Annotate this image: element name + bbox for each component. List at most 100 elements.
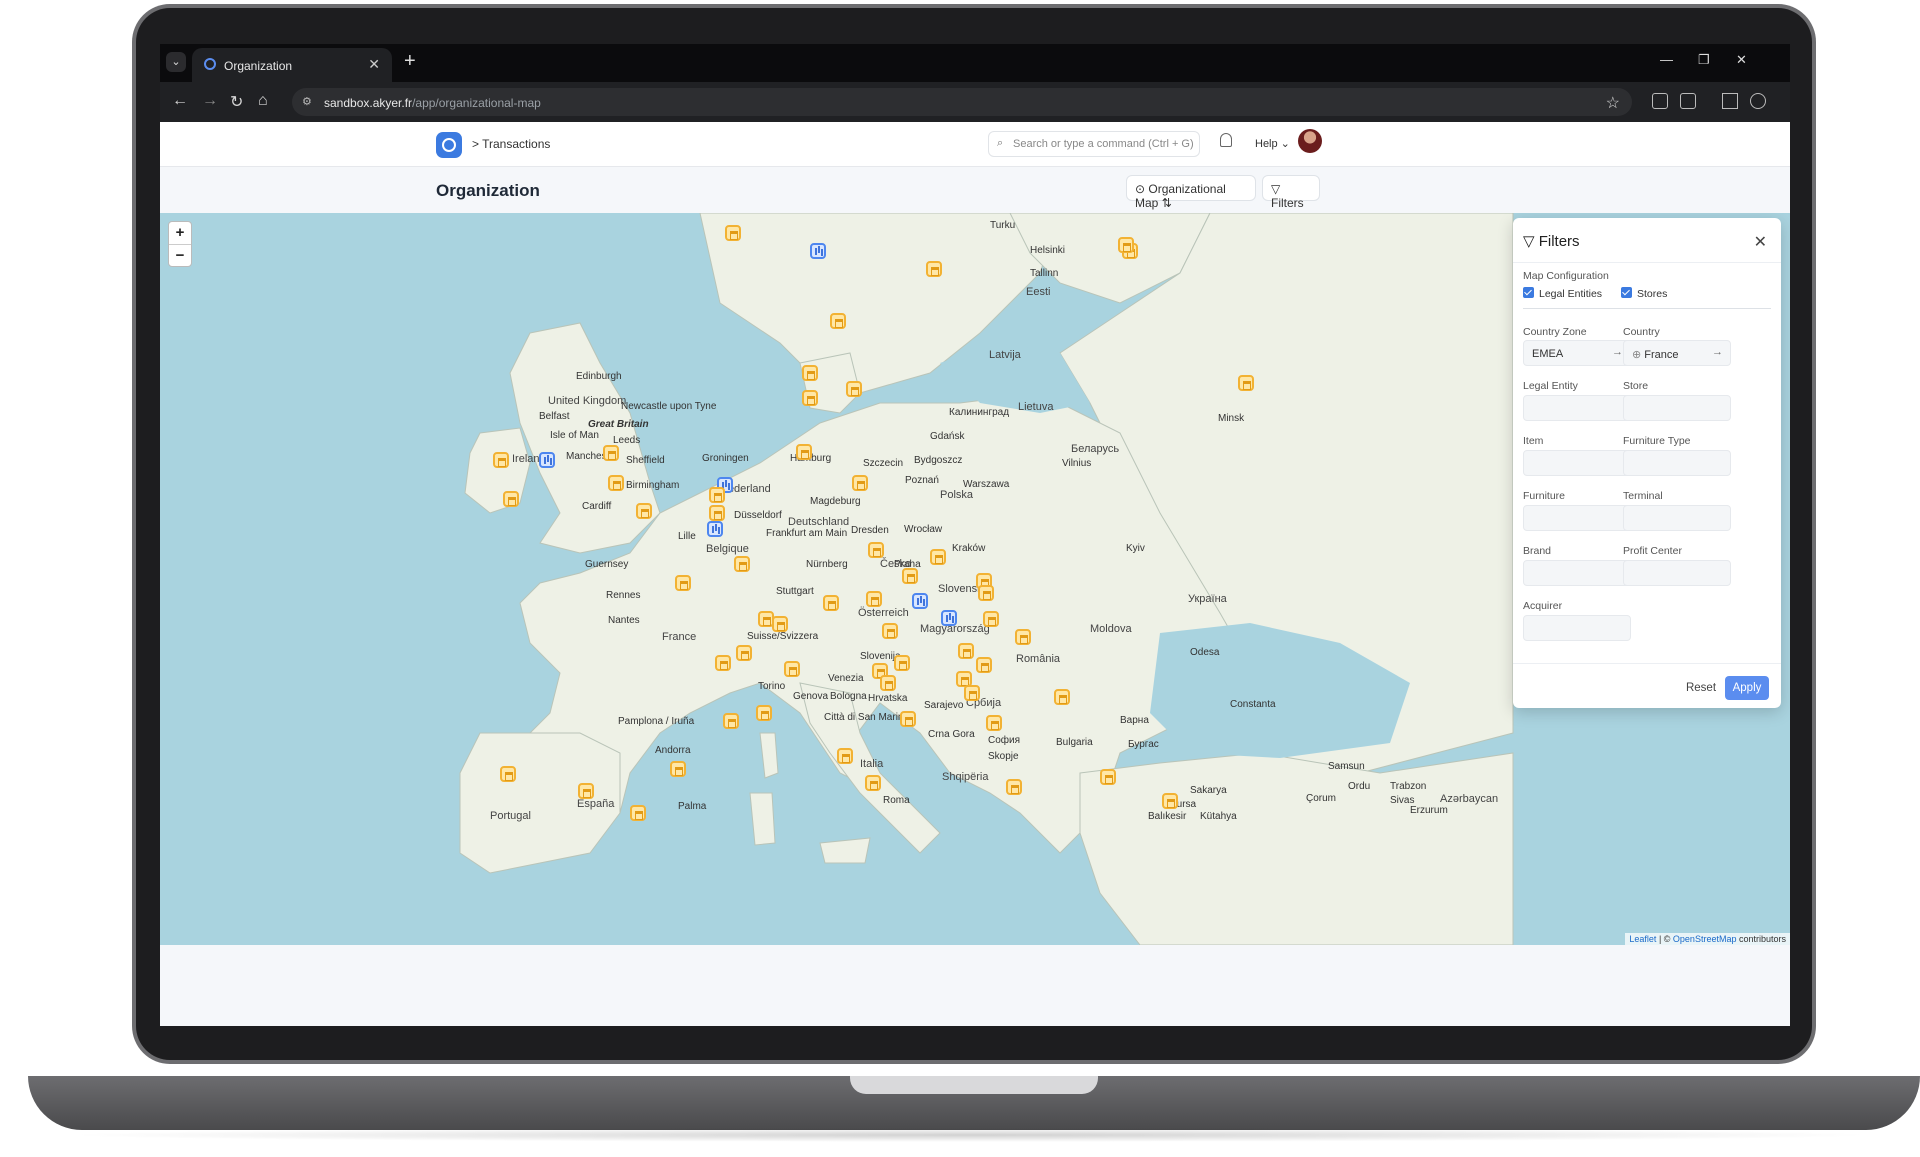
openstreetmap-link[interactable]: OpenStreetMap <box>1673 934 1737 944</box>
terminal-select[interactable] <box>1623 505 1731 531</box>
store-marker[interactable] <box>900 711 916 727</box>
store-marker[interactable] <box>983 611 999 627</box>
store-marker[interactable] <box>709 505 725 521</box>
store-select[interactable] <box>1623 395 1731 421</box>
store-marker[interactable] <box>823 595 839 611</box>
legal-entity-marker[interactable] <box>539 452 555 468</box>
store-marker[interactable] <box>802 390 818 406</box>
command-search-input[interactable]: ⌕ Search or type a command (Ctrl + G) <box>988 131 1200 157</box>
tab-search-icon[interactable]: ⌄ <box>166 52 186 72</box>
store-marker[interactable] <box>802 365 818 381</box>
store-marker[interactable] <box>715 655 731 671</box>
store-marker[interactable] <box>978 585 994 601</box>
tab-close-icon[interactable]: ✕ <box>368 56 380 73</box>
furniture-select[interactable] <box>1523 505 1631 531</box>
store-marker[interactable] <box>756 705 772 721</box>
reset-button[interactable]: Reset <box>1683 676 1719 700</box>
window-minimize-button[interactable]: — <box>1660 52 1673 67</box>
store-marker[interactable] <box>880 675 896 691</box>
store-marker[interactable] <box>670 761 686 777</box>
reading-list-icon[interactable] <box>1722 93 1738 109</box>
extension-icon[interactable] <box>1652 93 1668 109</box>
legal-entities-checkbox[interactable] <box>1523 287 1534 298</box>
store-marker[interactable] <box>796 444 812 460</box>
window-restore-button[interactable]: ❐ <box>1698 52 1710 68</box>
brand-select[interactable] <box>1523 560 1631 586</box>
stores-checkbox[interactable] <box>1621 287 1632 298</box>
store-marker[interactable] <box>675 575 691 591</box>
breadcrumb[interactable]: > Transactions <box>472 137 550 151</box>
browser-tab[interactable]: Organization ✕ <box>192 48 392 82</box>
store-marker[interactable] <box>894 655 910 671</box>
view-selector-button[interactable]: ⊙ Organizational Map ⇅ <box>1126 175 1256 210</box>
legal-entity-select[interactable] <box>1523 395 1631 421</box>
acquirer-select[interactable] <box>1523 615 1631 641</box>
store-marker[interactable] <box>1118 237 1134 253</box>
store-marker[interactable] <box>866 591 882 607</box>
store-marker[interactable] <box>608 475 624 491</box>
close-icon[interactable]: ✕ <box>1754 232 1767 252</box>
legal-entity-marker[interactable] <box>912 593 928 609</box>
store-marker[interactable] <box>868 542 884 558</box>
store-marker[interactable] <box>725 225 741 241</box>
store-marker[interactable] <box>1015 629 1031 645</box>
store-marker[interactable] <box>723 713 739 729</box>
store-marker[interactable] <box>772 616 788 632</box>
filters-button[interactable]: ▽ Filters <box>1262 175 1320 210</box>
store-marker[interactable] <box>734 556 750 572</box>
user-avatar[interactable] <box>1298 129 1322 153</box>
legal-entity-marker[interactable] <box>707 521 723 537</box>
profit-center-select[interactable] <box>1623 560 1731 586</box>
store-marker[interactable] <box>736 645 752 661</box>
new-tab-button[interactable]: + <box>404 50 416 73</box>
store-marker[interactable] <box>852 475 868 491</box>
store-marker[interactable] <box>636 503 652 519</box>
profile-icon[interactable] <box>1750 93 1766 109</box>
legal-entity-marker[interactable] <box>810 243 826 259</box>
store-marker[interactable] <box>964 685 980 701</box>
store-marker[interactable] <box>882 623 898 639</box>
organizational-map[interactable]: + − Turku Helsinki Tallinn Eesti Latvija… <box>160 213 1790 945</box>
store-marker[interactable] <box>630 805 646 821</box>
furniture-type-select[interactable] <box>1623 450 1731 476</box>
extensions-puzzle-icon[interactable] <box>1680 93 1696 109</box>
store-marker[interactable] <box>958 643 974 659</box>
store-marker[interactable] <box>784 661 800 677</box>
store-marker[interactable] <box>926 261 942 277</box>
store-marker[interactable] <box>578 783 594 799</box>
app-logo-icon[interactable] <box>436 132 462 158</box>
country-zone-select[interactable]: EMEA → <box>1523 340 1631 366</box>
back-arrow-icon[interactable]: ← <box>172 92 188 110</box>
store-marker[interactable] <box>503 491 519 507</box>
site-info-icon[interactable]: ⚙ <box>302 95 316 109</box>
store-marker[interactable] <box>830 313 846 329</box>
store-marker[interactable] <box>986 715 1002 731</box>
store-marker[interactable] <box>846 381 862 397</box>
legal-entity-marker[interactable] <box>941 610 957 626</box>
store-marker[interactable] <box>902 568 918 584</box>
item-select[interactable] <box>1523 450 1631 476</box>
store-marker[interactable] <box>603 445 619 461</box>
country-select[interactable]: ⊕ France → <box>1623 340 1731 366</box>
store-marker[interactable] <box>865 775 881 791</box>
store-marker[interactable] <box>500 766 516 782</box>
zoom-out-button[interactable]: − <box>169 245 191 267</box>
store-marker[interactable] <box>976 657 992 673</box>
store-marker[interactable] <box>1006 779 1022 795</box>
forward-arrow-icon[interactable]: → <box>202 92 218 110</box>
store-marker[interactable] <box>930 549 946 565</box>
notification-bell-icon[interactable] <box>1220 133 1232 147</box>
store-marker[interactable] <box>1162 793 1178 809</box>
zoom-in-button[interactable]: + <box>169 222 191 245</box>
store-marker[interactable] <box>1054 689 1070 705</box>
apply-button[interactable]: Apply <box>1725 676 1769 700</box>
store-marker[interactable] <box>709 487 725 503</box>
store-marker[interactable] <box>1100 769 1116 785</box>
reload-icon[interactable]: ↻ <box>230 92 243 112</box>
window-close-button[interactable]: ✕ <box>1736 52 1747 68</box>
bookmark-star-icon[interactable]: ☆ <box>1606 93 1620 113</box>
address-bar[interactable]: ⚙ sandbox.akyer.fr/app/organizational-ma… <box>292 88 1632 116</box>
help-menu[interactable]: Help ⌄ <box>1255 137 1290 150</box>
store-marker[interactable] <box>493 452 509 468</box>
leaflet-link[interactable]: Leaflet <box>1629 934 1656 944</box>
